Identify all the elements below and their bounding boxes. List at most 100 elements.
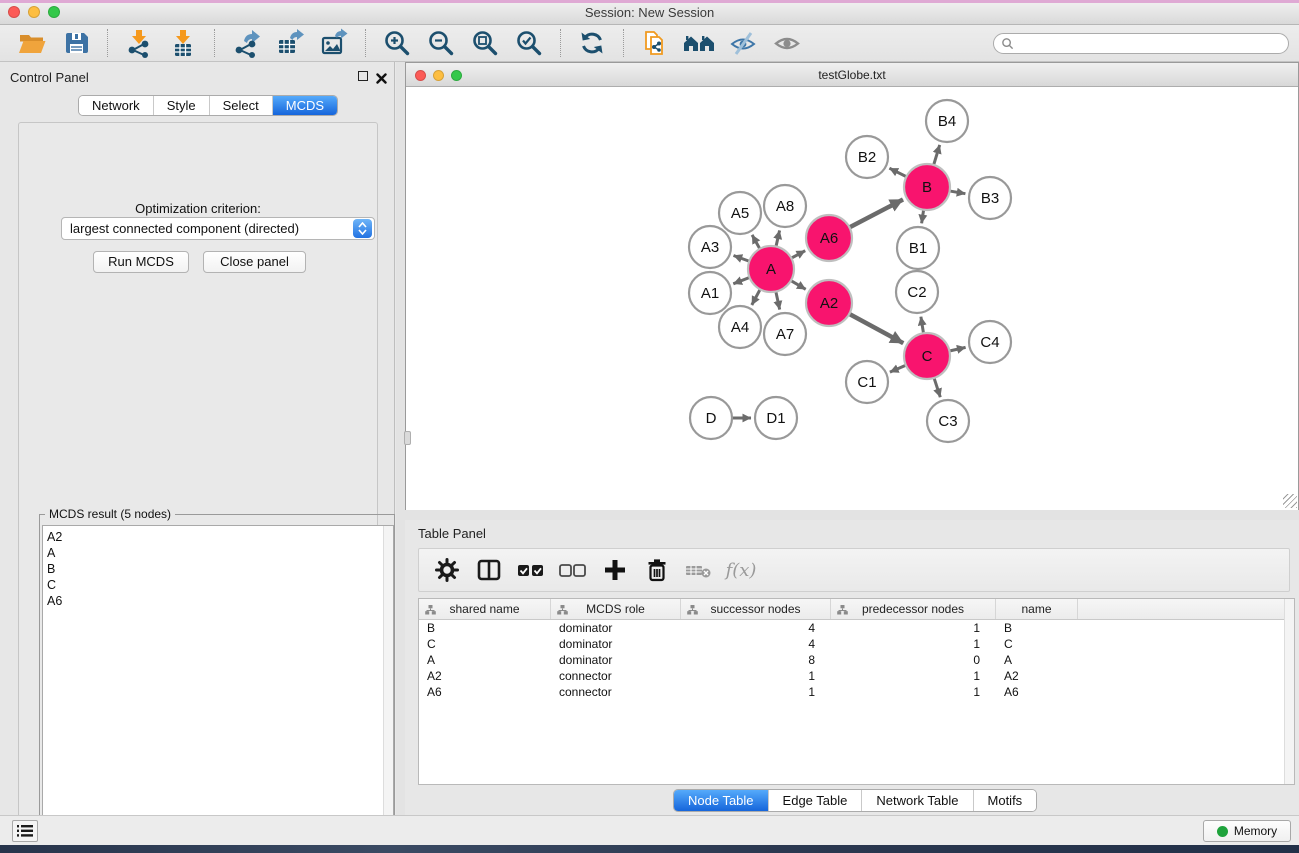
table-row[interactable]: Cdominator41C [419,636,1294,652]
result-list-scrollbar[interactable] [383,526,393,853]
export-table-button[interactable] [270,27,310,59]
column-header-successor-nodes[interactable]: successor nodes [681,599,831,619]
table-cell[interactable]: dominator [551,636,681,652]
panel-splitter-handle[interactable] [404,431,411,445]
delete-column-button[interactable] [639,553,675,587]
graph-node-A3[interactable]: A3 [689,226,731,268]
table-cell[interactable]: A6 [419,684,551,700]
table-cell[interactable]: B [419,620,551,636]
graph-node-A7[interactable]: A7 [764,313,806,355]
table-row[interactable]: A6connector11A6 [419,684,1294,700]
table-cell[interactable]: A [996,652,1078,668]
tab-select[interactable]: Select [210,96,273,115]
refresh-view-button[interactable] [572,27,612,59]
graph-node-B3[interactable]: B3 [969,177,1011,219]
show-log-button[interactable] [12,820,38,842]
table-cell[interactable]: 1 [831,636,996,652]
zoom-fit-button[interactable] [465,27,505,59]
table-cell[interactable]: connector [551,684,681,700]
table-cell[interactable]: 1 [831,668,996,684]
zoom-out-button[interactable] [421,27,461,59]
graph-node-A2[interactable]: A2 [806,280,852,326]
column-header-name[interactable]: name [996,599,1078,619]
graph-node-D1[interactable]: D1 [755,397,797,439]
column-header-predecessor-nodes[interactable]: predecessor nodes [831,599,996,619]
graph-node-C2[interactable]: C2 [896,271,938,313]
graph-node-A[interactable]: A [748,246,794,292]
table-cell[interactable]: 1 [831,620,996,636]
graph-node-D[interactable]: D [690,397,732,439]
tab-network-table[interactable]: Network Table [862,790,973,811]
graph-node-C4[interactable]: C4 [969,321,1011,363]
result-list-item[interactable]: A6 [47,593,393,609]
table-cell[interactable]: 8 [681,652,831,668]
result-list-item[interactable]: A2 [47,529,393,545]
column-header-shared-name[interactable]: shared name [419,599,551,619]
add-column-button[interactable] [597,553,633,587]
table-cell[interactable]: A [419,652,551,668]
table-cell[interactable]: C [419,636,551,652]
show-graphics-details-button[interactable] [767,27,807,59]
run-mcds-button[interactable]: Run MCDS [93,251,189,273]
table-cell[interactable]: 1 [681,684,831,700]
optimization-criterion-dropdown[interactable]: largest connected component (directed) [61,217,375,240]
import-table-button[interactable] [163,27,203,59]
tab-motifs[interactable]: Motifs [974,790,1037,811]
graph-node-B1[interactable]: B1 [897,227,939,269]
save-session-button[interactable] [56,27,96,59]
table-cell[interactable]: C [996,636,1078,652]
first-neighbors-button[interactable] [679,27,719,59]
graph-node-B4[interactable]: B4 [926,100,968,142]
export-image-button[interactable] [314,27,354,59]
table-cell[interactable]: 4 [681,620,831,636]
graph-node-C[interactable]: C [904,333,950,379]
table-cell[interactable]: 1 [681,668,831,684]
graph-node-C3[interactable]: C3 [927,400,969,442]
table-row[interactable]: A2connector11A2 [419,668,1294,684]
graph-node-A8[interactable]: A8 [764,185,806,227]
zoom-in-button[interactable] [377,27,417,59]
table-cell[interactable]: B [996,620,1078,636]
graph-node-A5[interactable]: A5 [719,192,761,234]
table-cell[interactable]: A2 [996,668,1078,684]
network-canvas[interactable]: B4B2BB3A8A5A6B1A3AA1C2A2A4A7C4CC1C3DD1 [406,87,1298,510]
select-all-button[interactable] [513,553,549,587]
hide-graphics-details-button[interactable] [723,27,763,59]
clone-network-button[interactable] [635,27,675,59]
table-cell[interactable]: A6 [996,684,1078,700]
graph-node-A4[interactable]: A4 [719,306,761,348]
tab-style[interactable]: Style [154,96,210,115]
table-cell[interactable]: 0 [831,652,996,668]
import-network-button[interactable] [119,27,159,59]
float-panel-icon[interactable] [358,71,370,83]
tab-edge-table[interactable]: Edge Table [769,790,863,811]
export-network-button[interactable] [226,27,266,59]
result-list-item[interactable]: A [47,545,393,561]
table-cell[interactable]: 4 [681,636,831,652]
table-cell[interactable]: connector [551,668,681,684]
tab-node-table[interactable]: Node Table [674,790,769,811]
zoom-selected-button[interactable] [509,27,549,59]
table-cell[interactable]: A2 [419,668,551,684]
graph-edge-A2-C[interactable] [846,312,904,343]
result-list-item[interactable]: C [47,577,393,593]
column-header-MCDS-role[interactable]: MCDS role [551,599,681,619]
table-row[interactable]: Bdominator41B [419,620,1294,636]
memory-button[interactable]: Memory [1203,820,1291,842]
table-row[interactable]: Adominator80A [419,652,1294,668]
tab-network[interactable]: Network [79,96,154,115]
table-cell[interactable]: dominator [551,652,681,668]
table-scrollbar[interactable] [1284,599,1294,784]
table-cell[interactable]: dominator [551,620,681,636]
search-input[interactable] [1014,36,1288,52]
window-resize-grip[interactable] [1283,494,1297,508]
graph-node-A6[interactable]: A6 [806,215,852,261]
close-panel-icon[interactable] [376,71,388,83]
graph-node-B[interactable]: B [904,164,950,210]
table-cell[interactable]: 1 [831,684,996,700]
deselect-all-button[interactable] [555,553,591,587]
tab-mcds[interactable]: MCDS [273,96,337,115]
open-session-button[interactable] [12,27,52,59]
table-settings-button[interactable] [429,553,465,587]
result-list-item[interactable]: B [47,561,393,577]
